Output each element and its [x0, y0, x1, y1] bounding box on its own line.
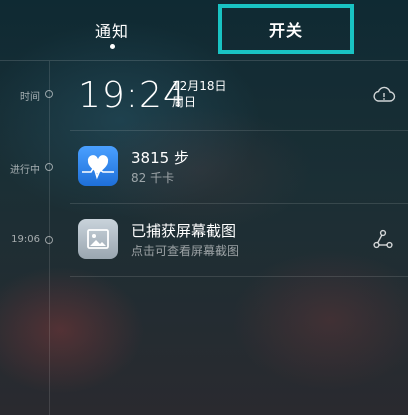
clock-weekday: 周日 — [172, 95, 197, 109]
header-divider — [0, 60, 408, 61]
row-divider — [70, 203, 408, 204]
tab-notifications[interactable]: 通知 — [60, 0, 164, 60]
timeline-label-screenshot-time: 19:06 — [11, 234, 40, 245]
active-tab-indicator — [109, 44, 115, 49]
timeline-label-time: 时间 — [20, 92, 40, 103]
timeline-dot-ongoing — [45, 163, 53, 171]
clock-time: 19:24 — [78, 75, 187, 116]
timeline-label-ongoing: 进行中 — [10, 165, 40, 176]
health-steps: 3815 步 — [131, 149, 189, 167]
tab-switches[interactable]: 开关 — [218, 4, 354, 54]
tab-notifications-label: 通知 — [94, 22, 129, 41]
screenshot-subtitle: 点击可查看屏幕截图 — [131, 244, 240, 258]
tab-bar: 通知 开关 — [0, 0, 408, 60]
timeline-dot-screenshot — [45, 236, 53, 244]
image-icon — [78, 219, 118, 259]
share-icon[interactable] — [372, 228, 394, 250]
clock-date-block: 12月18日 周日 — [172, 78, 227, 110]
health-calories: 82 千卡 — [131, 171, 175, 185]
cloud-alert-icon[interactable] — [372, 84, 396, 104]
screenshot-title: 已捕获屏幕截图 — [131, 222, 237, 240]
tab-switches-label: 开关 — [268, 21, 303, 40]
row-divider — [70, 276, 408, 277]
heart-pulse-icon — [78, 146, 118, 186]
timeline-dot-time — [45, 90, 53, 98]
row-divider — [70, 130, 408, 131]
clock-date: 12月18日 — [172, 79, 227, 93]
